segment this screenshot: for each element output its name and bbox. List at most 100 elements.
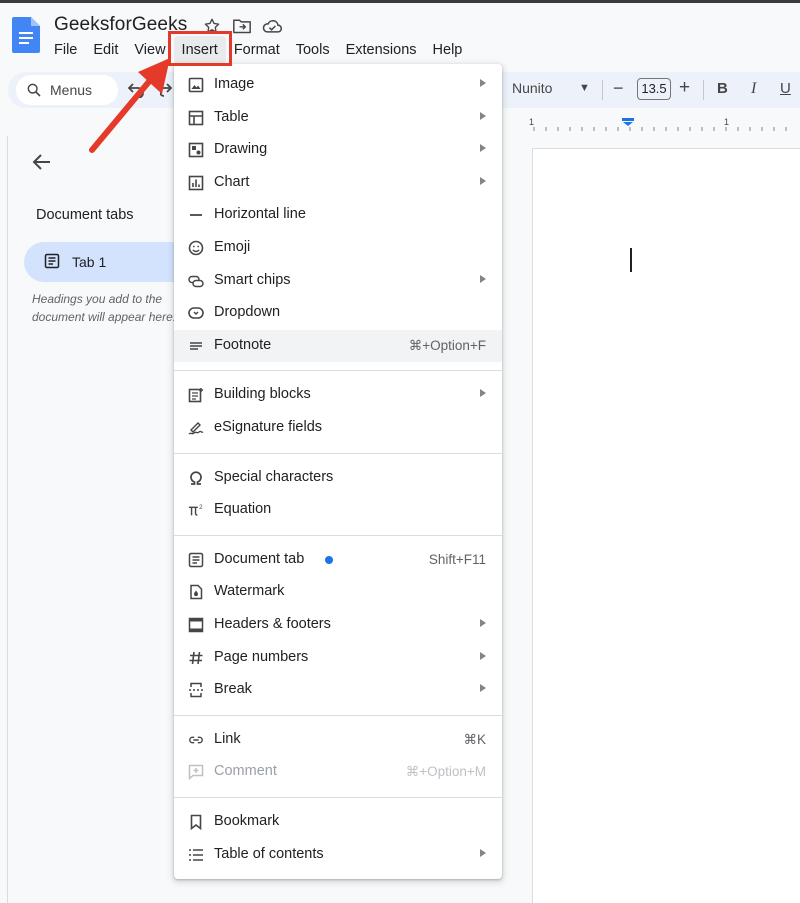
menu-item-comment: Comment ⌘+Option+M <box>174 756 502 788</box>
menu-item-footnote[interactable]: Footnote ⌘+Option+F <box>174 329 502 362</box>
submenu-arrow-icon <box>480 651 486 660</box>
building-blocks-icon <box>188 387 204 403</box>
menu-item-shortcut: ⌘K <box>463 731 486 747</box>
menu-separator <box>174 370 502 372</box>
menu-item-esignature-fields[interactable]: eSignature fields <box>174 412 502 444</box>
menu-item-table[interactable]: Table <box>174 102 502 134</box>
drawing-icon <box>188 142 204 158</box>
search-icon <box>26 82 42 98</box>
horizontal-ruler[interactable]: 1 1 <box>500 116 800 134</box>
menu-separator <box>174 797 502 798</box>
cloud-status-icon[interactable] <box>260 14 284 38</box>
menu-item-equation[interactable]: 2 Equation <box>174 494 502 526</box>
submenu-arrow-icon <box>480 619 486 627</box>
menu-item-shortcut: ⌘+Option+M <box>405 764 486 780</box>
menu-item-headers-footers[interactable]: Headers & footers <box>174 609 502 641</box>
menu-help[interactable]: Help <box>425 36 471 64</box>
vertical-ruler <box>0 136 8 903</box>
back-arrow-icon[interactable] <box>32 152 52 172</box>
emoji-icon <box>188 240 204 256</box>
menu-item-label: Equation <box>214 501 272 518</box>
menu-item-page-numbers[interactable]: Page numbers <box>174 642 502 674</box>
decrease-font-size-button[interactable]: − <box>613 78 624 99</box>
menu-item-image[interactable]: Image <box>174 69 502 101</box>
smart-chips-icon <box>188 273 204 289</box>
move-folder-icon[interactable] <box>230 14 254 38</box>
menu-item-label: Emoji <box>214 239 251 255</box>
menu-item-smart-chips[interactable]: Smart chips <box>174 265 502 297</box>
ruler-number: 1 <box>724 117 730 127</box>
menu-item-chart[interactable]: Chart <box>174 167 502 199</box>
comment-icon <box>188 764 204 781</box>
font-dropdown-caret-icon[interactable]: ▼ <box>579 82 590 94</box>
headings-hint-text: Headings you add to the document will ap… <box>32 292 177 324</box>
menu-item-label: Table <box>214 108 249 125</box>
submenu-arrow-icon <box>480 389 486 398</box>
font-family-select[interactable]: Nunito <box>512 80 552 96</box>
bookmark-icon <box>188 814 204 830</box>
menu-separator <box>174 452 502 454</box>
esignature-icon <box>188 420 204 436</box>
menu-separator <box>174 714 502 716</box>
menu-item-dropdown[interactable]: Dropdown <box>174 297 502 329</box>
menu-format[interactable]: Format <box>226 36 288 64</box>
bold-button[interactable]: B <box>717 80 728 97</box>
menu-extensions[interactable]: Extensions <box>338 36 425 64</box>
docs-logo-icon[interactable] <box>12 17 40 53</box>
menu-item-label: Comment <box>214 763 277 780</box>
underline-button[interactable]: U <box>780 80 791 97</box>
document-tab-icon <box>188 552 204 568</box>
menu-tools[interactable]: Tools <box>288 36 338 64</box>
document-tabs-heading: Document tabs <box>36 207 134 223</box>
tab-label[interactable]: Tab 1 <box>72 254 106 270</box>
menu-item-horizontal-line[interactable]: Horizontal line <box>174 199 502 231</box>
menu-item-shortcut: ⌘+Option+F <box>408 337 486 353</box>
menu-item-label: Special characters <box>214 468 334 485</box>
menu-item-bookmark[interactable]: Bookmark <box>174 806 502 838</box>
menu-item-label: Chart <box>214 173 250 190</box>
menu-item-watermark[interactable]: Watermark <box>174 576 502 608</box>
increase-font-size-button[interactable]: + <box>679 77 690 99</box>
dropdown-icon <box>188 305 204 321</box>
menu-item-break[interactable]: Break <box>174 674 502 706</box>
window-top-edge <box>0 0 800 3</box>
menu-item-table-of-contents[interactable]: Table of contents <box>174 839 502 871</box>
menu-item-label: Break <box>214 681 252 698</box>
menu-item-label: Building blocks <box>214 386 311 403</box>
menu-item-special-characters[interactable]: Special characters <box>174 462 502 494</box>
font-size-input[interactable]: 13.5 <box>637 78 671 100</box>
chart-icon <box>188 175 204 191</box>
menu-item-label: Smart chips <box>214 271 291 288</box>
indent-marker-icon[interactable] <box>622 118 634 126</box>
menu-item-drawing[interactable]: Drawing <box>174 134 502 166</box>
toolbar-divider <box>602 80 603 100</box>
image-icon <box>188 77 204 93</box>
red-arrow-icon <box>80 50 190 160</box>
menu-item-building-blocks[interactable]: Building blocks <box>174 379 502 411</box>
table-of-contents-icon <box>188 847 204 863</box>
menu-item-link[interactable]: Link ⌘K <box>174 724 502 756</box>
new-feature-dot <box>325 555 333 564</box>
menu-item-label: Dropdown <box>214 304 281 321</box>
menu-item-document-tab[interactable]: Document tab Shift+F11 <box>174 544 502 576</box>
menu-item-label: Drawing <box>214 141 268 158</box>
submenu-arrow-icon <box>480 848 486 857</box>
table-icon <box>188 110 204 126</box>
italic-button[interactable]: I <box>751 80 756 98</box>
toolbar-divider <box>703 80 704 100</box>
text-cursor <box>630 248 632 272</box>
hash-icon <box>188 650 204 666</box>
submenu-arrow-icon <box>480 274 486 283</box>
document-page[interactable] <box>532 148 800 903</box>
menu-item-emoji[interactable]: Emoji <box>174 232 502 264</box>
menu-item-label: Document tab <box>214 550 305 567</box>
menu-item-label: Table of contents <box>214 845 324 862</box>
menu-item-label: Horizontal line <box>214 206 306 223</box>
headers-footers-icon <box>188 617 204 633</box>
document-tab-icon <box>44 253 60 269</box>
footnote-icon <box>188 338 204 354</box>
submenu-arrow-icon <box>480 79 486 87</box>
submenu-arrow-icon <box>480 144 486 153</box>
submenu-arrow-icon <box>480 176 486 185</box>
link-icon <box>188 732 204 748</box>
